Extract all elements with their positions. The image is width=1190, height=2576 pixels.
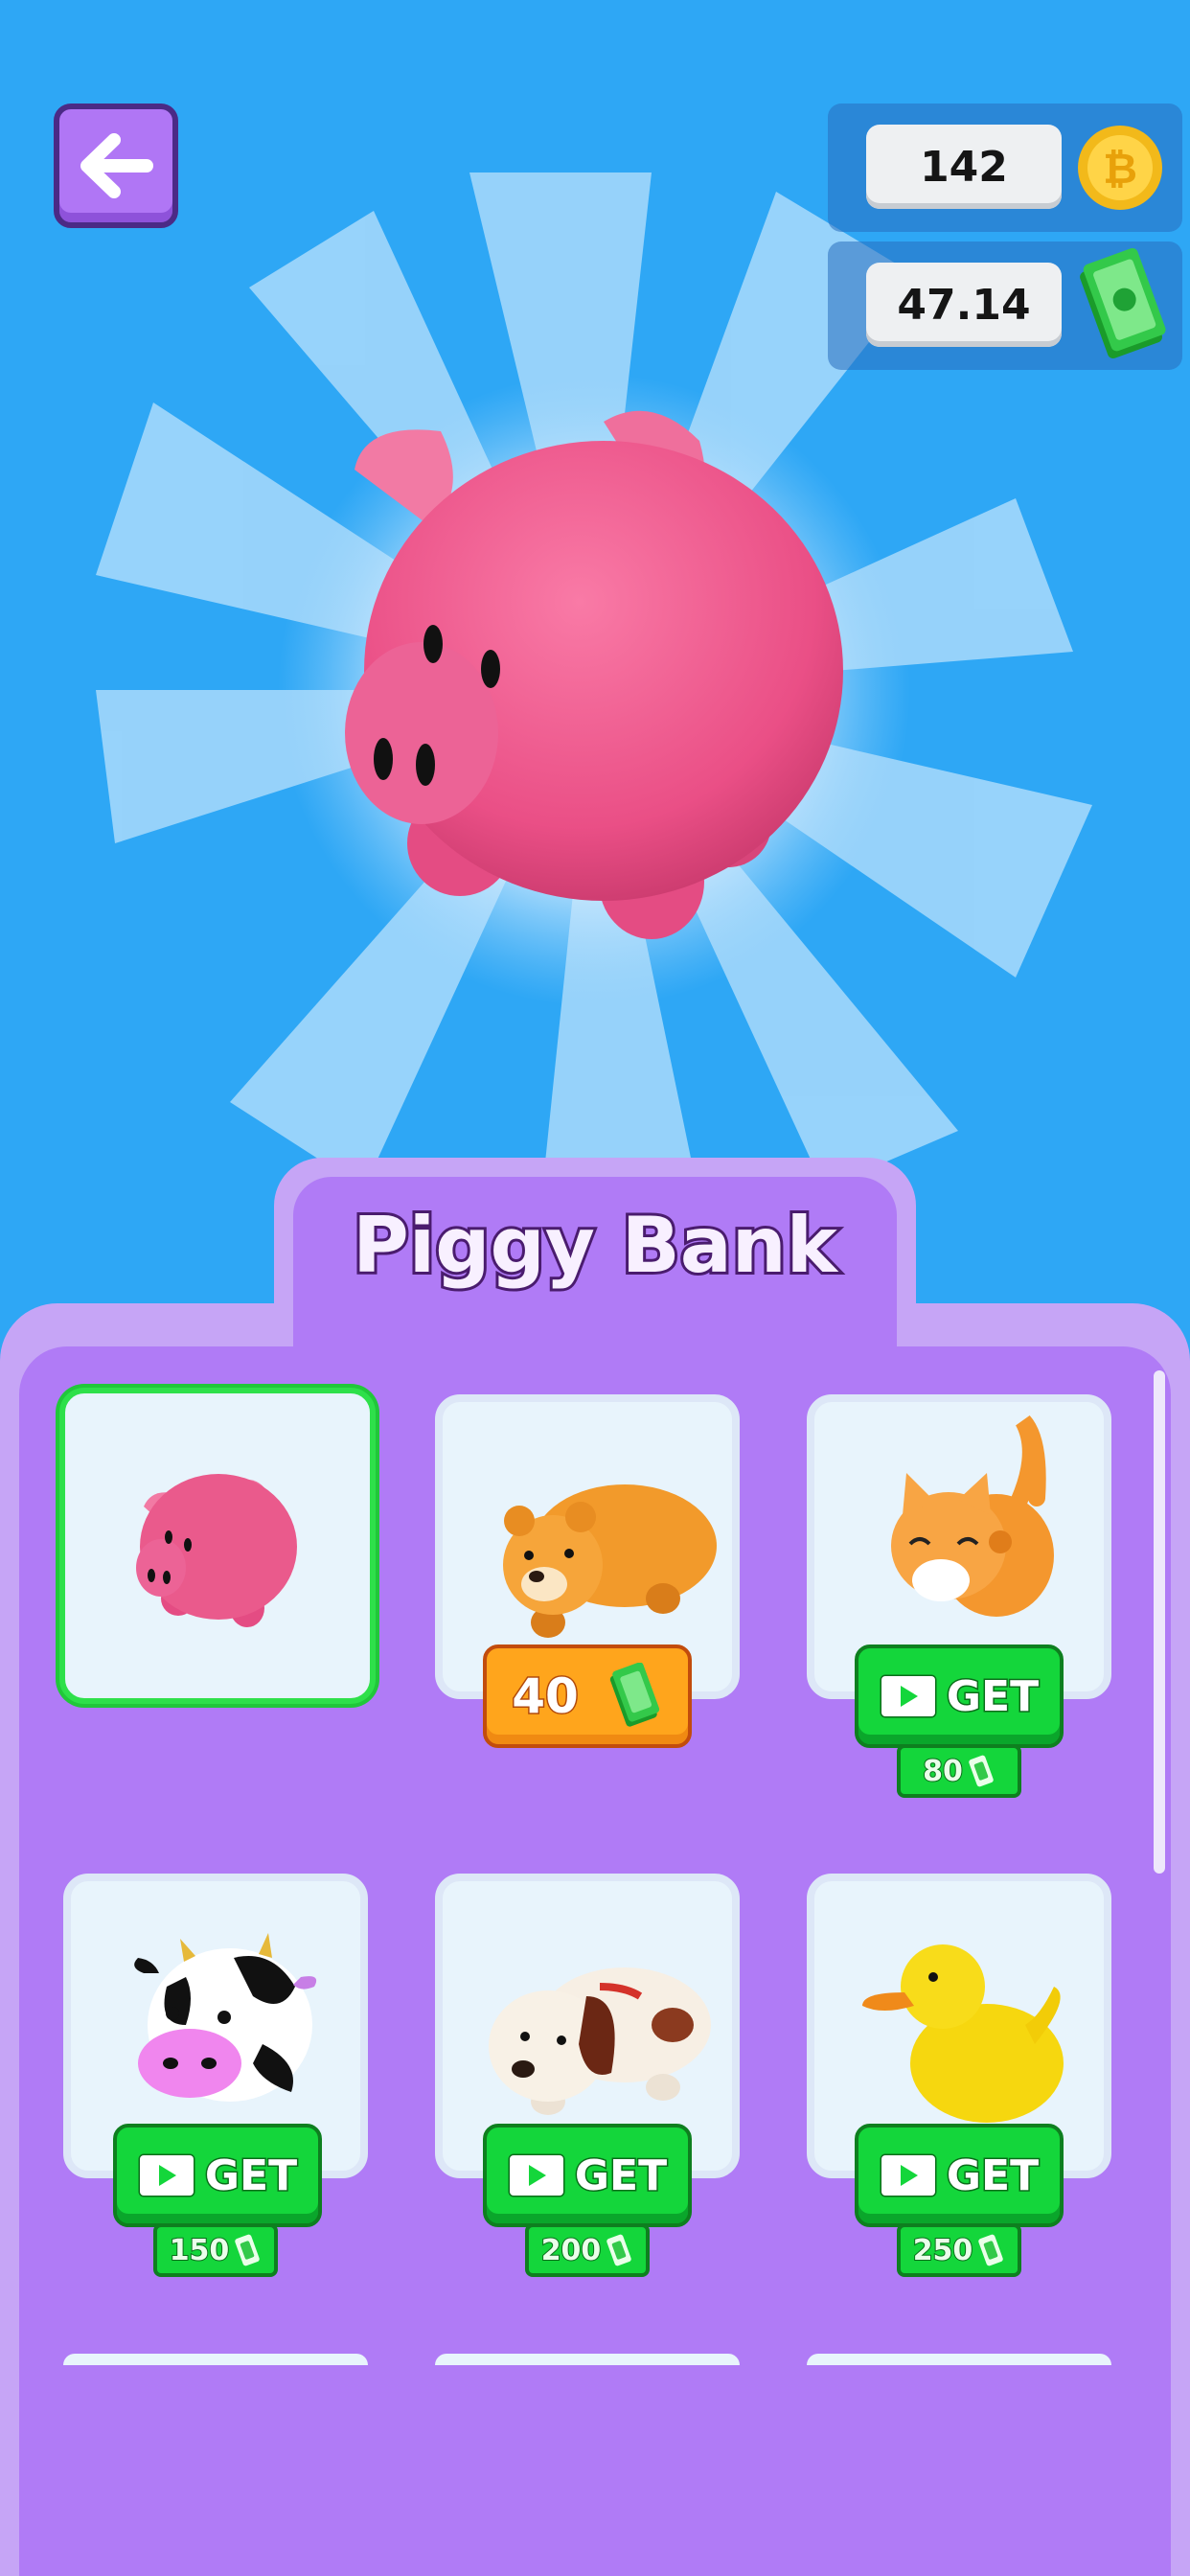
get-cat-label: GET [945,1670,1040,1722]
bear-price: 40 [511,1668,581,1726]
get-cow-label: GET [203,2150,298,2201]
cash-icon [609,1663,659,1727]
cat-price: 80 [922,1754,964,1789]
buy-bear-button[interactable]: 40 [483,1644,692,1748]
coin-counter: 142 ₿ [828,104,1182,232]
item-card-partial[interactable] [807,2354,1111,2365]
cash-stack-icon [1080,247,1166,359]
video-ad-icon [138,2153,195,2197]
item-card-partial[interactable] [63,2354,368,2365]
bitcoin-coin-icon: ₿ [1078,126,1162,210]
cash-icon [606,2234,632,2266]
shop-title: Piggy Bank [350,1198,840,1293]
arrow-left-icon [80,133,153,198]
cow-price-tag: 150 [153,2223,278,2277]
piggy-icon [136,1474,297,1627]
get-dog-label: GET [573,2150,668,2201]
piggy-bank-model [345,410,843,939]
dog-price: 200 [540,2233,603,2268]
back-button[interactable] [54,104,178,228]
item-card-partial[interactable] [435,2354,740,2365]
video-ad-icon [508,2153,565,2197]
svg-text:₿: ₿ [1103,145,1137,194]
get-duck-label: GET [945,2150,1040,2201]
get-cow-button[interactable]: GET [113,2124,322,2227]
cat-price-tag: 80 [897,1744,1021,1798]
video-ad-icon [880,1674,937,1718]
coin-amount: 142 [866,125,1062,209]
get-cat-button[interactable]: GET [855,1644,1064,1748]
duck-price-tag: 250 [897,2223,1021,2277]
cow-price: 150 [169,2233,231,2268]
cash-counter: 47.14 [828,242,1182,370]
cash-icon [969,1755,994,1787]
cash-amount: 47.14 [866,263,1062,347]
scrollbar[interactable] [1154,1370,1165,1874]
item-card-piggy[interactable] [59,1388,376,1704]
dog-price-tag: 200 [525,2223,650,2277]
get-dog-button[interactable]: GET [483,2124,692,2227]
get-duck-button[interactable]: GET [855,2124,1064,2227]
video-ad-icon [880,2153,937,2197]
cash-icon [235,2234,261,2266]
duck-price: 250 [912,2233,974,2268]
cash-icon [978,2234,1004,2266]
